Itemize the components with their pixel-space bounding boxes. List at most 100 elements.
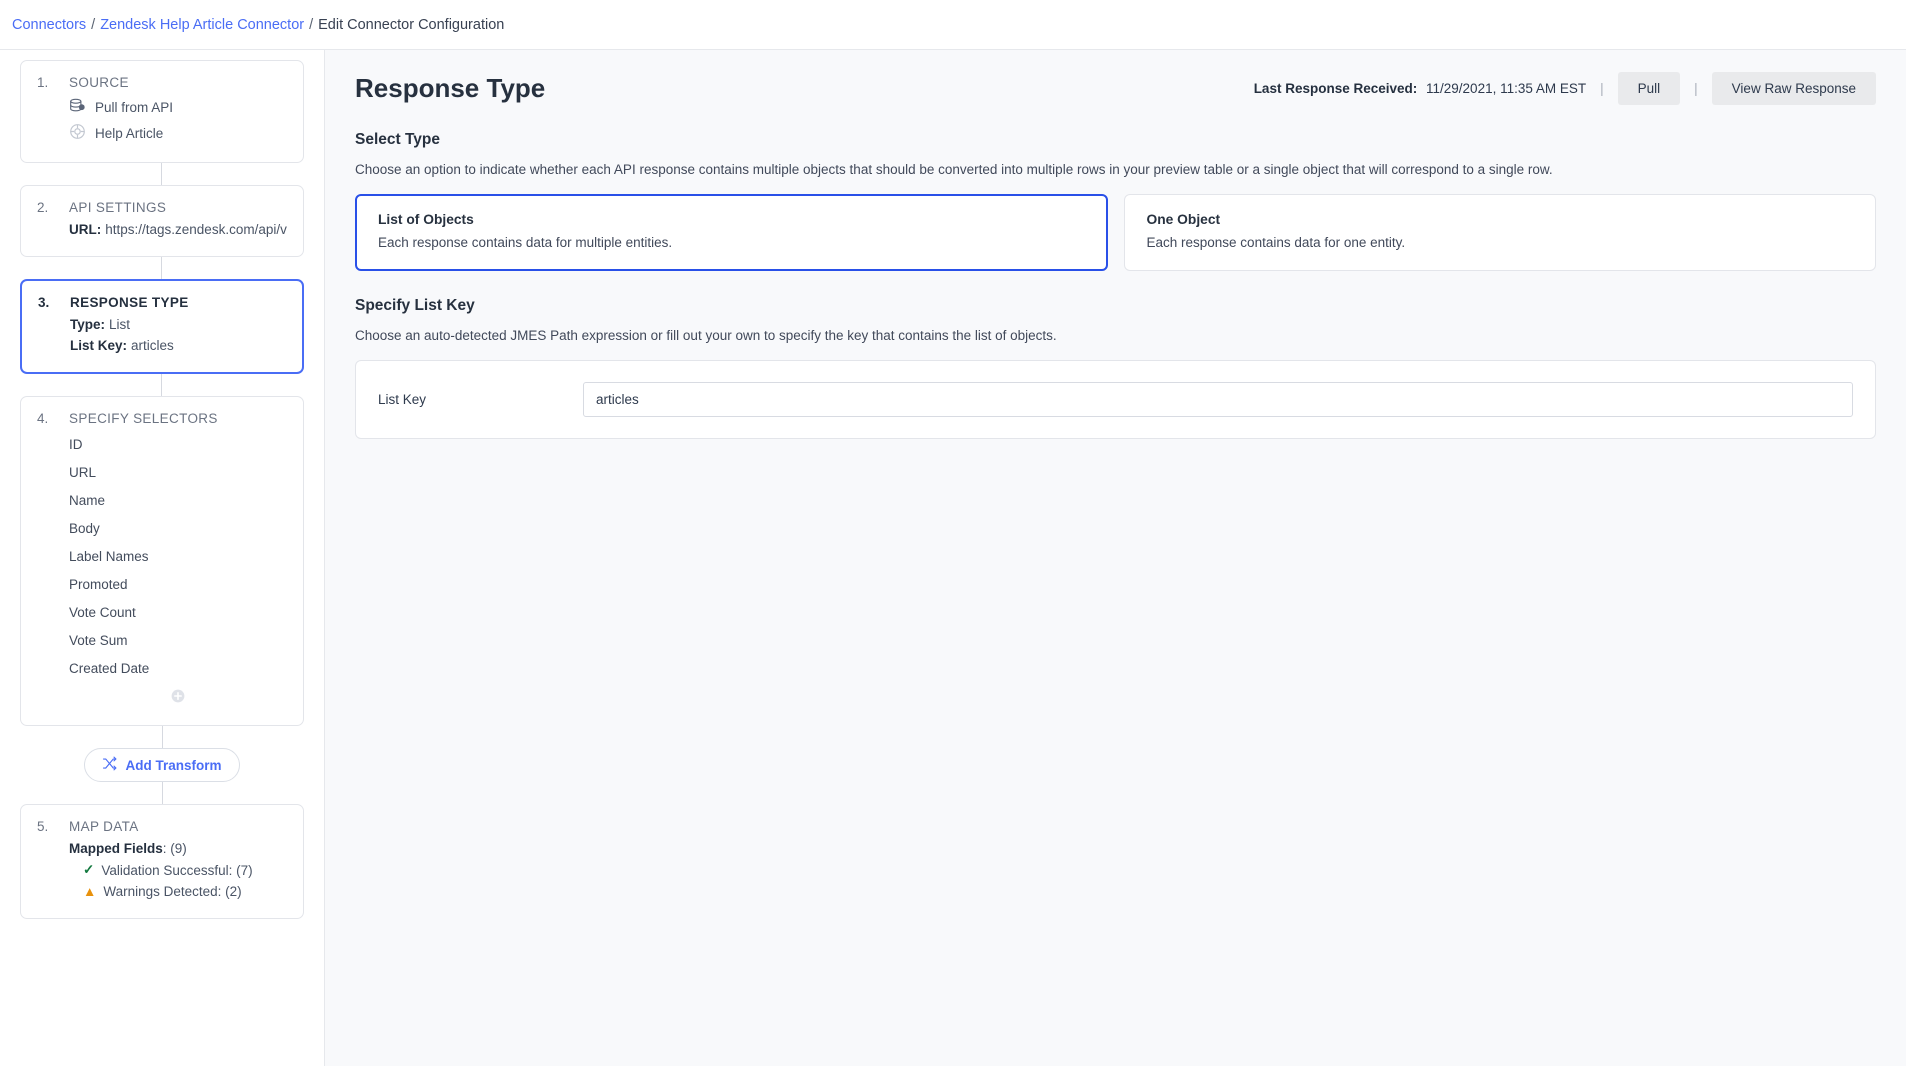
step-api-header: 2. API SETTINGS (37, 200, 287, 215)
option-list-of-objects-description: Each response contains data for multiple… (378, 235, 673, 250)
last-response-value: 11/29/2021, 11:35 AM EST (1426, 81, 1587, 96)
step-response-number: 3. (38, 295, 50, 310)
app-body: 1. SOURCE Pull from API Help Article 2. … (0, 50, 1906, 1066)
breadcrumb: Connectors / Zendesk Help Article Connec… (0, 0, 1906, 50)
step-selectors-header: 4. SPECIFY SELECTORS (37, 411, 287, 426)
shuffle-icon (102, 756, 118, 774)
step-source-number: 1. (37, 75, 49, 90)
step-connector-3 (161, 374, 162, 396)
step-connector-1 (161, 163, 162, 185)
selector-item[interactable]: URL (69, 458, 287, 486)
response-type-options: List of Objects Each response contains d… (355, 194, 1876, 271)
sidebar-step-api-settings[interactable]: 2. API SETTINGS URL: https://tags.zendes… (20, 185, 304, 257)
step-source-pull-row: Pull from API (69, 94, 287, 120)
step-selectors-body: ID URL Name Body Label Names Promoted Vo… (37, 430, 287, 709)
warning-triangle-icon: ▲ (83, 884, 97, 899)
selector-item[interactable]: ID (69, 430, 287, 458)
selector-item[interactable]: Name (69, 486, 287, 514)
step-response-type-value: List (109, 317, 131, 332)
step-response-type-label: Type: (70, 317, 106, 332)
step-connector-5 (161, 782, 163, 804)
list-key-input[interactable] (583, 382, 1853, 417)
main-panel: Response Type Last Response Received: 11… (325, 50, 1906, 1066)
option-list-of-objects[interactable]: List of Objects Each response contains d… (355, 194, 1108, 271)
breadcrumb-separator-2: / (309, 16, 314, 33)
selector-item[interactable]: Body (69, 514, 287, 542)
step-api-number: 2. (37, 200, 49, 215)
last-response-label: Last Response Received: (1253, 81, 1418, 96)
breadcrumb-link-connector[interactable]: Zendesk Help Article Connector (100, 17, 304, 33)
step-response-listkey-label: List Key: (70, 338, 128, 353)
validation-success-row: ✓ Validation Successful: (7) (69, 859, 287, 881)
add-selector-row (69, 682, 287, 709)
add-transform-button[interactable]: Add Transform (84, 748, 240, 782)
sidebar-step-source[interactable]: 1. SOURCE Pull from API Help Article (20, 60, 304, 163)
mapped-fields-count: : (9) (162, 841, 187, 856)
option-list-of-objects-title: List of Objects (378, 212, 474, 227)
option-one-object[interactable]: One Object Each response contains data f… (1123, 194, 1876, 271)
plus-circle-icon[interactable] (170, 688, 186, 709)
sidebar-step-map-data[interactable]: 5. MAP DATA Mapped Fields: (9) ✓ Validat… (20, 804, 304, 919)
step-response-body: Type: List List Key: articles (38, 314, 286, 356)
step-connector-4 (161, 726, 163, 748)
selector-item[interactable]: Promoted (69, 570, 287, 598)
step-response-type-row: Type: List (70, 314, 286, 335)
steps-sidebar: 1. SOURCE Pull from API Help Article 2. … (0, 50, 325, 1066)
list-key-field-label: List Key (378, 392, 427, 407)
view-raw-response-button[interactable]: View Raw Response (1711, 72, 1876, 105)
selector-item[interactable]: Vote Count (69, 598, 287, 626)
sidebar-step-response-type[interactable]: 3. RESPONSE TYPE Type: List List Key: ar… (20, 279, 304, 374)
select-type-heading: Select Type (355, 131, 441, 148)
step-response-header: 3. RESPONSE TYPE (38, 295, 286, 310)
mapped-fields-label: Mapped Fields (69, 841, 163, 856)
step-api-url-value: https://tags.zendesk.com/api/v2... (105, 222, 287, 237)
step-map-title: MAP DATA (69, 819, 139, 834)
step-source-title: SOURCE (69, 75, 129, 90)
step-source-header: 1. SOURCE (37, 75, 287, 90)
pull-button[interactable]: Pull (1617, 72, 1681, 105)
step-selectors-title: SPECIFY SELECTORS (69, 411, 218, 426)
database-icon (69, 97, 86, 117)
specify-list-key-description: Choose an auto-detected JMES Path expres… (355, 328, 1057, 343)
step-source-pull-label: Pull from API (95, 99, 174, 115)
selector-item[interactable]: Vote Sum (69, 626, 287, 654)
step-map-number: 5. (37, 819, 49, 834)
add-transform-label: Add Transform (125, 757, 222, 773)
step-source-entity-label: Help Article (95, 125, 164, 141)
breadcrumb-link-connectors[interactable]: Connectors (12, 17, 86, 33)
specify-list-key-heading: Specify List Key (355, 297, 475, 314)
validation-warning-label: Warnings Detected: (2) (103, 884, 242, 899)
validation-success-label: Validation Successful: (7) (101, 862, 253, 878)
step-api-url-row: URL: https://tags.zendesk.com/api/v2... (69, 219, 287, 240)
selector-item[interactable]: Label Names (69, 542, 287, 570)
sidebar-step-specify-selectors[interactable]: 4. SPECIFY SELECTORS ID URL Name Body La… (20, 396, 304, 726)
step-source-entity-row: Help Article (69, 120, 287, 146)
header-divider-2: | (1694, 81, 1698, 96)
selector-item[interactable]: Created Date (69, 654, 287, 682)
main-header: Response Type Last Response Received: 11… (355, 72, 1876, 105)
add-transform-wrap: Add Transform (20, 726, 304, 804)
mapped-fields-row: Mapped Fields: (9) (69, 838, 287, 859)
list-key-panel: List Key (355, 360, 1876, 439)
step-response-listkey-row: List Key: articles (70, 335, 286, 356)
step-map-header: 5. MAP DATA (37, 819, 287, 834)
option-one-object-title: One Object (1146, 212, 1221, 227)
option-one-object-description: Each response contains data for one enti… (1146, 235, 1406, 250)
select-type-description: Choose an option to indicate whether eac… (355, 162, 1553, 177)
last-response-info: Last Response Received: 11/29/2021, 11:3… (1254, 81, 1586, 96)
header-actions: Last Response Received: 11/29/2021, 11:3… (1254, 72, 1876, 105)
breadcrumb-separator-1: / (91, 16, 96, 33)
page-title: Response Type (355, 73, 546, 103)
step-connector-2 (161, 257, 162, 279)
step-api-url-label: URL: (69, 222, 102, 237)
check-icon: ✓ (83, 862, 95, 877)
validation-warning-row: ▲ Warnings Detected: (2) (69, 881, 287, 902)
header-divider-1: | (1600, 81, 1604, 96)
step-selectors-number: 4. (37, 411, 49, 426)
step-response-listkey-value: articles (131, 338, 174, 353)
step-source-body: Pull from API Help Article (37, 94, 287, 146)
step-api-body: URL: https://tags.zendesk.com/api/v2... (37, 219, 287, 240)
breadcrumb-current: Edit Connector Configuration (318, 16, 505, 33)
step-map-body: Mapped Fields: (9) ✓ Validation Successf… (37, 838, 287, 902)
step-response-title: RESPONSE TYPE (70, 295, 189, 310)
